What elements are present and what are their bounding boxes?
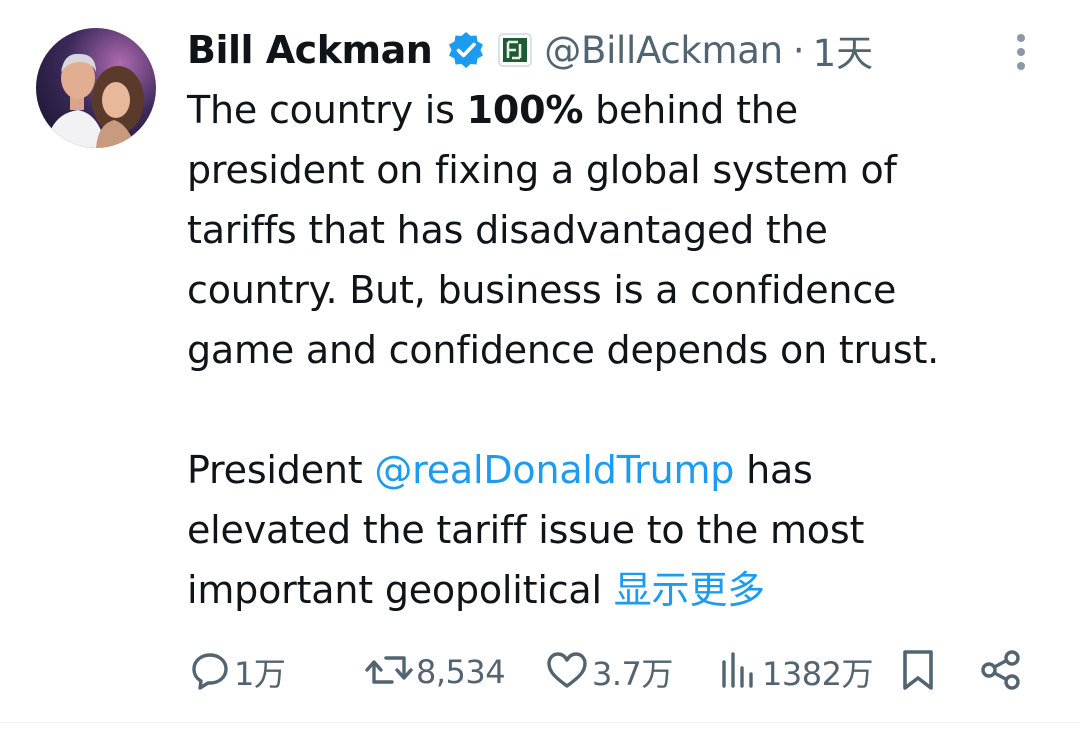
author-handle[interactable]: @BillAckman <box>544 29 783 72</box>
bookmark-icon <box>896 648 940 696</box>
like-button[interactable]: 3.7万 <box>544 644 673 700</box>
text-run: important geopolitical <box>187 568 614 612</box>
share-button[interactable] <box>978 644 1024 700</box>
tweet-header: Bill Ackman @BillAckman · 1天 <box>187 22 873 78</box>
bookmark-button[interactable] <box>896 644 940 700</box>
repost-icon <box>364 648 414 696</box>
tweet-text-line: president on fixing a global system of <box>187 148 897 192</box>
text-run: The country is <box>187 88 467 132</box>
tweet-actions: 1万 8,534 3.7万 1382万 <box>188 644 1048 700</box>
tweet-text-line: The country is 100% behind the <box>187 80 1047 140</box>
tweet-text-line: important geopolitical 显示更多 <box>187 560 1047 620</box>
tweet-divider <box>0 722 1080 723</box>
more-vertical-icon[interactable] <box>1008 32 1034 72</box>
repost-button[interactable]: 8,534 <box>364 644 506 700</box>
repost-count: 8,534 <box>416 653 506 691</box>
header-separator: · <box>792 28 805 72</box>
tweet-text-line: President @realDonaldTrump has <box>187 440 1047 500</box>
text-bold-run: 100% <box>466 88 584 132</box>
author-display-name[interactable]: Bill Ackman <box>187 28 433 72</box>
text-run: President <box>187 448 375 492</box>
like-count: 3.7万 <box>592 655 673 693</box>
show-more-link[interactable]: 显示更多 <box>614 568 765 612</box>
text-run: has <box>734 448 813 492</box>
heart-icon <box>544 648 590 696</box>
tweet-text-line: game and confidence depends on trust. <box>187 328 940 372</box>
reply-count: 1万 <box>234 655 286 693</box>
reply-button[interactable]: 1万 <box>188 644 286 700</box>
text-run: behind the <box>583 88 798 132</box>
mention-link[interactable]: @realDonaldTrump <box>374 448 734 492</box>
tweet-text-line: tariffs that has disadvantaged the <box>187 208 828 252</box>
reply-icon <box>188 648 232 696</box>
share-icon <box>978 648 1024 696</box>
tweet-timestamp[interactable]: 1天 <box>813 23 874 77</box>
tweet-text-line: country. But, business is a confidence <box>187 268 897 312</box>
tweet-text-line: elevated the tariff issue to the most <box>187 508 865 552</box>
verified-badge-icon <box>446 30 486 70</box>
avatar[interactable] <box>36 28 156 148</box>
affiliation-badge-icon[interactable] <box>498 33 533 67</box>
views-button[interactable]: 1382万 <box>716 644 873 700</box>
tweet-card[interactable]: Bill Ackman @BillAckman · 1天 The country… <box>0 0 1080 729</box>
views-bar-chart-icon <box>716 648 760 696</box>
views-count: 1382万 <box>762 655 873 693</box>
tweet-text: The country is 100% behind the president… <box>187 80 1047 620</box>
